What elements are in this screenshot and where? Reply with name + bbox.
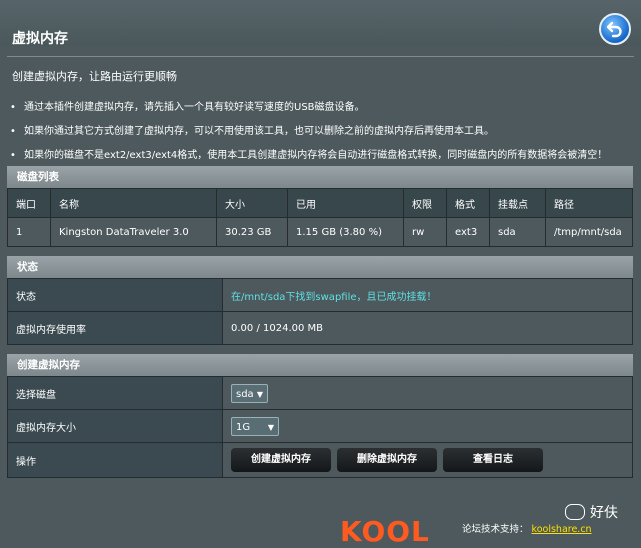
wechat-icon <box>565 504 585 520</box>
column-header: 挂载点 <box>489 188 546 218</box>
status-table: 状态 在/mnt/sda下找到swapfile，且已成功挂载！ 虚拟内存使用率 … <box>7 278 633 345</box>
cell-format: ext3 <box>446 217 490 247</box>
watermark-text: 好伕 <box>590 505 618 521</box>
cell-used: 1.15 GB (3.80 %) <box>287 217 404 247</box>
back-arrow-icon <box>606 21 622 38</box>
chevron-down-icon: ▼ <box>267 422 274 432</box>
note-item: • 通过本插件创建虚拟内存，请先插入一个具有较好读写速度的USB磁盘设备。 <box>10 102 365 113</box>
column-header: 已用 <box>287 188 404 218</box>
support-link[interactable]: koolshare.cn <box>532 524 592 535</box>
notes-list: • 通过本插件创建虚拟内存，请先插入一个具有较好读写速度的USB磁盘设备。 • 如果… <box>10 101 607 173</box>
cell-mount: sda <box>489 217 546 247</box>
create-title: 创建虚拟内存 <box>7 354 633 376</box>
disk-list-title: 磁盘列表 <box>7 166 633 188</box>
note-text: 通过本插件创建虚拟内存，请先插入一个具有较好读写速度的USB磁盘设备。 <box>24 102 365 113</box>
create-section: 创建虚拟内存 选择磁盘 sda ▼ 虚拟内存大小 1G ▼ 操作 创建虚拟内存 … <box>7 354 633 478</box>
disk-select-value: sda <box>236 388 254 400</box>
cell-size: 30.23 GB <box>216 217 288 247</box>
status-title: 状态 <box>7 256 633 278</box>
note-item: • 如果你通过其它方式创建了虚拟内存，可以不用使用该工具，也可以删除之前的虚拟内存… <box>10 126 494 137</box>
column-header: 名称 <box>50 188 217 218</box>
usage-label: 虚拟内存使用率 <box>7 311 223 345</box>
disk-select-row: 选择磁盘 sda ▼ <box>7 376 633 410</box>
cell-port: 1 <box>7 217 51 247</box>
cell-name: Kingston DataTraveler 3.0 <box>50 217 217 247</box>
cell-permission: rw <box>403 217 447 247</box>
support-text: 论坛技术支持： koolshare.cn <box>462 521 592 535</box>
disk-select[interactable]: sda ▼ <box>231 383 268 403</box>
size-select[interactable]: 1G ▼ <box>231 416 279 436</box>
usage-row: 虚拟内存使用率 0.00 / 1024.00 MB <box>7 311 633 345</box>
column-header: 权限 <box>403 188 447 218</box>
back-button[interactable] <box>599 13 631 45</box>
disk-list-section: 磁盘列表 端口 名称 大小 已用 权限 格式 挂载点 路径 1 Kingston… <box>7 166 633 247</box>
page-title: 虚拟内存 <box>12 31 68 47</box>
page-header: 虚拟内存 <box>0 0 641 47</box>
create-swap-button[interactable]: 创建虚拟内存 <box>231 448 331 472</box>
disk-select-cell: sda ▼ <box>222 376 633 410</box>
page-subtitle: 创建虚拟内存，让路由运行更顺畅 <box>12 70 177 83</box>
disk-table: 端口 名称 大小 已用 权限 格式 挂载点 路径 1 Kingston Data… <box>7 188 633 247</box>
delete-swap-button[interactable]: 删除虚拟内存 <box>337 448 437 472</box>
action-label: 操作 <box>7 442 223 478</box>
column-header: 格式 <box>446 188 490 218</box>
status-label: 状态 <box>7 278 223 312</box>
size-select-value: 1G <box>236 421 251 433</box>
status-value: 在/mnt/sda下找到swapfile，且已成功挂载！ <box>222 278 633 312</box>
note-text: 如果你通过其它方式创建了虚拟内存，可以不用使用该工具，也可以删除之前的虚拟内存后… <box>24 126 494 137</box>
column-header: 端口 <box>7 188 51 218</box>
chevron-down-icon: ▼ <box>256 389 263 399</box>
table-row: 1 Kingston DataTraveler 3.0 30.23 GB 1.1… <box>7 217 633 247</box>
table-header-row: 端口 名称 大小 已用 权限 格式 挂载点 路径 <box>7 188 633 218</box>
note-text: 如果你的磁盘不是ext2/ext3/ext4格式，使用本工具创建虚拟内存将会自动… <box>24 150 608 161</box>
usage-value: 0.00 / 1024.00 MB <box>222 311 633 345</box>
status-section: 状态 状态 在/mnt/sda下找到swapfile，且已成功挂载！ 虚拟内存使… <box>7 256 633 345</box>
watermark: 好伕 <box>565 502 618 522</box>
create-table: 选择磁盘 sda ▼ 虚拟内存大小 1G ▼ 操作 创建虚拟内存 删除虚拟内存 查看… <box>7 376 633 478</box>
header-divider <box>7 56 634 57</box>
size-select-label: 虚拟内存大小 <box>7 409 223 443</box>
disk-select-label: 选择磁盘 <box>7 376 223 410</box>
size-select-row: 虚拟内存大小 1G ▼ <box>7 409 633 443</box>
column-header: 路径 <box>545 188 633 218</box>
support-label: 论坛技术支持： <box>462 524 529 535</box>
koolshare-logo: KOOL <box>340 515 430 548</box>
status-row: 状态 在/mnt/sda下找到swapfile，且已成功挂载！ <box>7 278 633 312</box>
column-header: 大小 <box>216 188 288 218</box>
action-cell: 创建虚拟内存 删除虚拟内存 查看日志 <box>222 442 633 478</box>
cell-path: /tmp/mnt/sda <box>545 217 633 247</box>
view-log-button[interactable]: 查看日志 <box>443 448 543 472</box>
size-select-cell: 1G ▼ <box>222 409 633 443</box>
action-row: 操作 创建虚拟内存 删除虚拟内存 查看日志 <box>7 442 633 478</box>
